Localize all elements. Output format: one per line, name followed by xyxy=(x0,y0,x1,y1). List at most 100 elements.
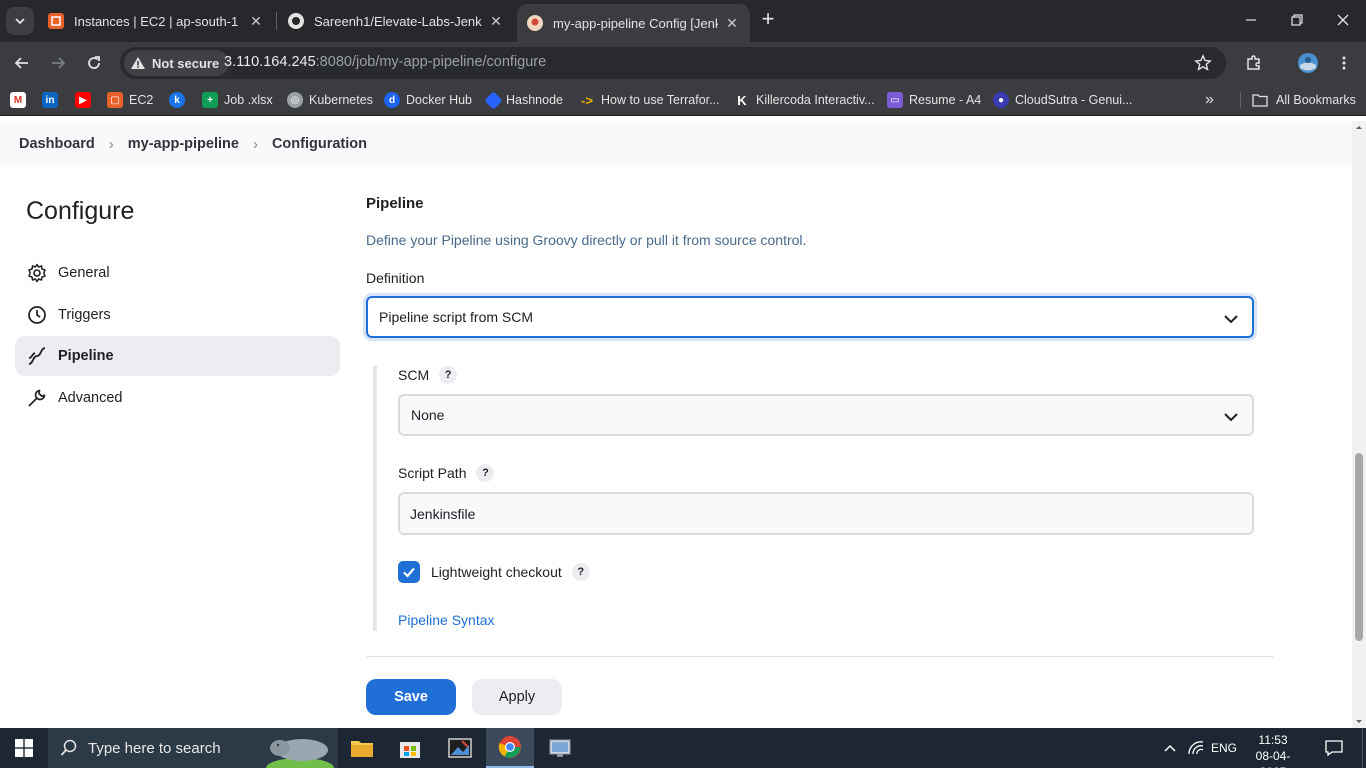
close-icon[interactable]: ✕ xyxy=(248,13,264,29)
breadcrumb-job[interactable]: my-app-pipeline xyxy=(128,136,239,152)
bookmark-linkedin[interactable]: in xyxy=(42,90,64,110)
bookmark-gmail[interactable]: M xyxy=(10,90,32,110)
bookmark-star-button[interactable] xyxy=(1194,54,1212,77)
scrollbar-thumb[interactable] xyxy=(1355,453,1363,641)
bottom-action-bar xyxy=(0,664,1352,728)
show-desktop-button[interactable] xyxy=(1362,728,1366,768)
taskbar-file-explorer[interactable] xyxy=(338,728,386,768)
folder-icon xyxy=(351,741,373,757)
forward-button[interactable] xyxy=(46,51,70,75)
taskbar-photos[interactable] xyxy=(436,728,484,768)
close-window-button[interactable] xyxy=(1320,0,1366,40)
killercoda-icon: K xyxy=(737,92,747,108)
bookmark-ec2[interactable]: ▢ EC2 xyxy=(107,90,153,110)
cloudsutra-icon: ● xyxy=(993,92,1009,108)
bookmark-docker-hub[interactable]: d Docker Hub xyxy=(384,90,472,110)
chevron-right-icon: › xyxy=(108,135,114,153)
taskbar-remote-desktop[interactable] xyxy=(536,728,584,768)
tab-search-button[interactable] xyxy=(6,7,34,35)
tab-ec2-instances[interactable]: Instances | EC2 | ap-south-1 ✕ xyxy=(38,4,274,38)
lightweight-checkout-checkbox[interactable] xyxy=(398,561,420,583)
bookmark-killercoda[interactable]: K Killercoda Interactiv... xyxy=(734,90,874,110)
chevron-double-right-icon: » xyxy=(1205,91,1214,108)
definition-label: Definition xyxy=(366,270,425,286)
close-icon[interactable]: ✕ xyxy=(724,15,740,31)
bookmark-resume[interactable]: ▭ Resume - A4 xyxy=(887,90,981,110)
tray-overflow-button[interactable] xyxy=(1160,728,1180,768)
arrow-left-icon xyxy=(14,57,28,69)
chevron-down-icon xyxy=(1224,413,1238,422)
new-tab-button[interactable]: + xyxy=(756,8,780,32)
bookmarks-overflow-button[interactable]: » xyxy=(1205,90,1214,110)
tab-separator xyxy=(276,12,277,30)
github-icon xyxy=(288,13,304,29)
reload-button[interactable] xyxy=(82,51,106,75)
bookmark-cloudsutra[interactable]: ● CloudSutra - Genui... xyxy=(993,90,1132,110)
all-bookmarks-button[interactable]: All Bookmarks xyxy=(1252,90,1356,110)
chevron-down-icon xyxy=(1224,315,1238,324)
linkedin-icon: in xyxy=(42,92,58,108)
taskbar-store[interactable] xyxy=(386,728,434,768)
start-button[interactable] xyxy=(0,728,48,768)
sidebar-item-pipeline[interactable]: Pipeline xyxy=(15,336,340,376)
sidebar-item-label: Pipeline xyxy=(58,348,114,364)
bookmark-youtube[interactable]: ▶ xyxy=(75,90,97,110)
aws-icon xyxy=(48,13,64,29)
taskbar-chrome[interactable] xyxy=(486,728,534,768)
nested-section-bar xyxy=(373,366,377,631)
bookmark-label: Hashnode xyxy=(506,93,563,107)
pipeline-icon xyxy=(26,345,48,367)
breadcrumb-dashboard[interactable]: Dashboard xyxy=(19,136,95,152)
scroll-up-icon[interactable] xyxy=(1352,121,1366,133)
taskbar-search[interactable]: Type here to search xyxy=(48,728,338,768)
sidebar-item-triggers[interactable]: Triggers xyxy=(15,295,340,335)
tab-github-repo[interactable]: Sareenh1/Elevate-Labs-Jenkins ✕ xyxy=(278,4,514,38)
page-scrollbar[interactable] xyxy=(1352,121,1366,728)
bookmark-label: Job .xlsx xyxy=(224,93,273,107)
notifications-button[interactable] xyxy=(1318,728,1350,768)
browser-tab-bar: Instances | EC2 | ap-south-1 ✕ Sareenh1/… xyxy=(0,0,1366,42)
definition-select[interactable]: Pipeline script from SCM xyxy=(366,296,1254,338)
wifi-icon xyxy=(1188,741,1204,755)
scm-value: None xyxy=(411,407,445,423)
restore-button[interactable] xyxy=(1274,0,1320,40)
chevron-right-icon: › xyxy=(252,135,258,153)
store-icon xyxy=(400,742,420,758)
help-icon[interactable]: ? xyxy=(571,563,590,581)
script-path-label-text: Script Path xyxy=(398,465,467,481)
save-button[interactable]: Save xyxy=(366,679,456,715)
script-path-input[interactable]: Jenkinsfile xyxy=(398,492,1254,535)
bookmark-kubernetes[interactable]: ◎ Kubernetes xyxy=(287,90,373,110)
apply-button[interactable]: Apply xyxy=(472,679,562,715)
bookmark-k[interactable]: k xyxy=(169,90,191,110)
bookmark-hashnode[interactable]: Hashnode xyxy=(484,90,563,110)
breadcrumb-configuration[interactable]: Configuration xyxy=(272,136,367,152)
back-button[interactable] xyxy=(10,51,34,75)
browser-menu-button[interactable] xyxy=(1332,51,1356,75)
network-button[interactable] xyxy=(1184,728,1208,768)
minimize-button[interactable] xyxy=(1228,0,1274,40)
help-icon[interactable]: ? xyxy=(439,366,458,384)
site-info-button[interactable]: Not secure xyxy=(124,50,230,76)
sidebar-item-advanced[interactable]: Advanced xyxy=(15,378,340,418)
scroll-down-icon[interactable] xyxy=(1352,716,1366,728)
script-path-value: Jenkinsfile xyxy=(410,505,476,522)
help-icon[interactable]: ? xyxy=(476,464,495,482)
bookmark-terraform[interactable]: -> How to use Terrafor... xyxy=(579,90,720,110)
extensions-button[interactable] xyxy=(1242,51,1266,75)
address-bar[interactable]: Not secure 3.110.164.245:8080/job/my-app… xyxy=(120,47,1226,79)
taskbar-clock[interactable]: 11:53 08-04-2025 xyxy=(1246,732,1300,768)
search-icon xyxy=(60,739,77,756)
close-icon[interactable]: ✕ xyxy=(488,13,504,29)
all-bookmarks-label: All Bookmarks xyxy=(1276,93,1356,107)
tab-jenkins-config[interactable]: my-app-pipeline Config [Jenkins] ✕ xyxy=(517,4,750,42)
bookmark-job-xlsx[interactable]: + Job .xlsx xyxy=(202,90,273,110)
language-indicator[interactable]: ENG xyxy=(1210,728,1238,768)
pipeline-syntax-link[interactable]: Pipeline Syntax xyxy=(398,612,495,628)
scm-select[interactable]: None xyxy=(398,394,1254,436)
bookmarks-separator xyxy=(1240,92,1241,108)
url-text: 3.110.164.245:8080/job/my-app-pipeline/c… xyxy=(224,54,546,70)
sidebar-item-general[interactable]: General xyxy=(15,253,340,293)
search-placeholder: Type here to search xyxy=(88,739,221,757)
profile-avatar[interactable] xyxy=(1296,51,1320,75)
